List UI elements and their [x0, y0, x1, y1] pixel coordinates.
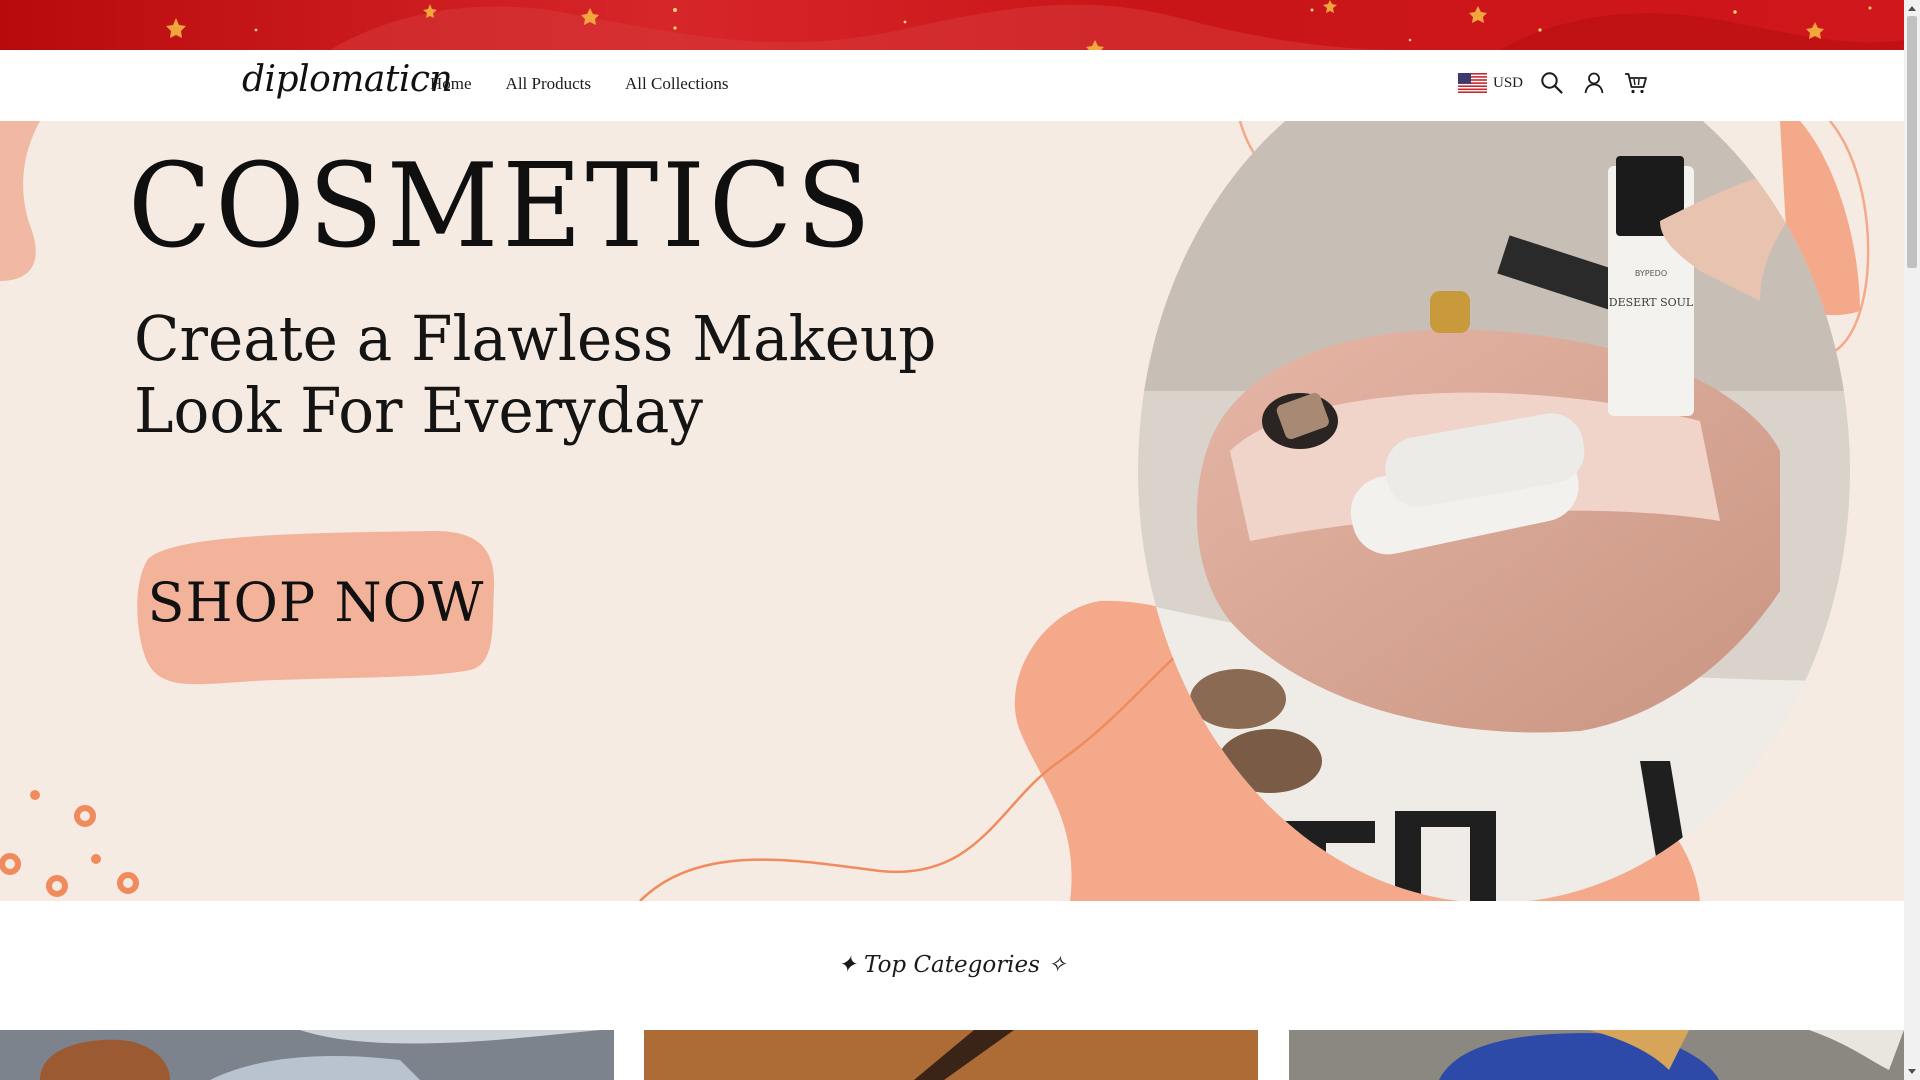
currency-selector[interactable]: USD	[1458, 73, 1523, 93]
promo-stars-pattern	[166, 0, 1904, 50]
hero-subtitle-line-1: Create a Flawless Makeup	[134, 302, 937, 375]
search-icon[interactable]	[1539, 70, 1565, 96]
category-card-2[interactable]	[644, 1030, 1258, 1080]
scroll-up-arrow-icon[interactable]	[1904, 0, 1920, 16]
account-icon[interactable]	[1581, 70, 1607, 96]
nav-all-collections[interactable]: All Collections	[625, 74, 728, 94]
hero-subtitle-line-2: Look For Everyday	[134, 374, 704, 447]
shop-now-label: SHOP NOW	[147, 571, 485, 634]
currency-label: USD	[1493, 74, 1524, 91]
top-categories-heading: ✦ Top Categories ✧	[837, 952, 1067, 978]
shop-now-button[interactable]: SHOP NOW	[134, 529, 498, 689]
category-image-3	[1289, 1030, 1904, 1080]
category-image-2	[644, 1030, 1258, 1080]
main-nav: Home All Products All Collections	[430, 74, 728, 94]
scroll-thumb[interactable]	[1907, 16, 1917, 268]
cart-icon[interactable]	[1623, 70, 1649, 96]
category-card-1[interactable]	[0, 1030, 614, 1080]
promo-banner	[0, 0, 1904, 50]
svg-text:BYPEDO: BYPEDO	[1635, 269, 1667, 278]
header-actions: USD	[1458, 70, 1649, 96]
hero-title: COSMETICS	[128, 139, 875, 274]
nav-home[interactable]: Home	[430, 74, 472, 94]
scroll-down-arrow-icon[interactable]	[1904, 1064, 1920, 1080]
hero-subtitle: Create a Flawless Makeup Look For Everyd…	[134, 303, 979, 447]
hero-banner: BYPEDO DESERT SOUL COSMETICS Create a Fl…	[0, 121, 1904, 901]
svg-text:DESERT SOUL: DESERT SOUL	[1609, 296, 1694, 309]
us-flag-icon	[1458, 73, 1487, 93]
nav-all-products[interactable]: All Products	[506, 74, 591, 94]
site-logo[interactable]: diplomaticn	[242, 59, 453, 100]
page-scrollbar[interactable]	[1904, 0, 1920, 1080]
category-image-1	[0, 1030, 614, 1080]
category-card-3[interactable]	[1289, 1030, 1904, 1080]
site-header: diplomaticn Home All Products All Collec…	[0, 50, 1904, 121]
